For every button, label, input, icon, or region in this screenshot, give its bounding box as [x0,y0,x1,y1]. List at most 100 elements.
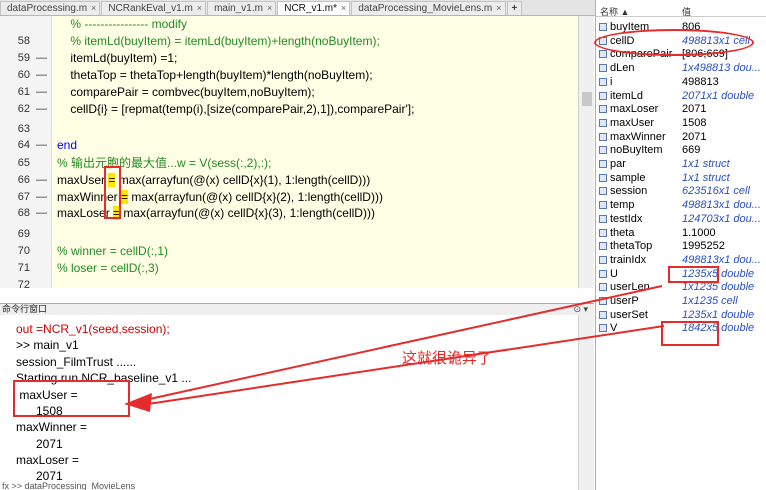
code-line[interactable]: 70 % winner = cellD(:,1) [0,243,578,260]
workspace-var-maxLoser[interactable]: maxLoser 2071 [596,102,766,116]
variable-value: 498813x1 dou... [682,253,761,266]
code-line[interactable]: 64 — end [0,137,578,154]
workspace-var-itemLd[interactable]: itemLd 2071x1 double [596,89,766,103]
variable-value: 498813 [682,75,719,88]
workspace-var-userP[interactable]: userP 1x1235 cell [596,294,766,308]
code-editor[interactable]: % ---------------- modify 58 % itemLd(buy… [0,16,578,288]
workspace-col-name[interactable]: 名称 ▲ [600,5,629,18]
code-line[interactable]: 66— maxUser = max(arrayfun(@(x) cellD{x}(… [0,172,578,189]
variable-grid-icon [599,310,607,319]
variable-name: i [610,75,613,88]
workspace-var-testIdx[interactable]: testIdx 124703x1 dou... [596,212,766,226]
variable-name: maxUser [610,116,655,129]
workspace-var-noBuyItem[interactable]: noBuyItem 669 [596,143,766,157]
workspace-col-value[interactable]: 值 [682,5,691,18]
workspace-var-par[interactable]: par 1x1 struct [596,157,766,171]
command-window-scrollbar[interactable] [578,315,594,490]
command-output-line: maxLoser = [16,453,80,467]
variable-value: 623516x1 cell [682,185,750,198]
code-token: % winner = cellD(:,1) [57,244,169,258]
workspace-var-maxWinner[interactable]: maxWinner 2071 [596,130,766,144]
new-tab-button[interactable]: + [506,1,523,15]
line-number: 62 [17,103,30,115]
line-number: 65 [17,157,30,169]
variable-value: 1x498813 dou... [682,62,761,75]
breakpoint-marker[interactable]: — [36,137,47,154]
code-line[interactable]: 71 % loser = cellD(:,3) [0,260,578,277]
variable-value: 2071 [682,103,707,116]
code-line[interactable]: 67— maxWinner = max(arrayfun(@(x) cellD{x… [0,189,578,206]
code-line[interactable]: 63 [0,121,578,138]
tab-2[interactable]: main_v1.m × [207,1,277,15]
line-number: 72 [17,279,30,288]
workspace-var-sample[interactable]: sample 1x1 struct [596,171,766,185]
tab-label: dataProcessing.m [7,3,88,14]
code-line[interactable]: 61 — comparePair = combvec(buyItem,noBuyI… [0,84,578,101]
variable-name: thetaTop [610,240,653,253]
tab-close-icon[interactable]: × [341,2,346,15]
command-output-line: out =NCR_v1(seed,session); [16,322,170,336]
workspace-var-thetaTop[interactable]: thetaTop 1995252 [596,239,766,253]
breakpoint-marker[interactable]: — [36,172,47,189]
code-line[interactable]: 58 % itemLd(buyItem) = itemLd(buyItem)+l… [0,33,578,50]
code-text: % ---------------- modify [57,16,187,33]
tab-3[interactable]: NCR_v1.m* × [277,1,351,15]
workspace-var-temp[interactable]: temp 498813x1 dou... [596,198,766,212]
variable-name: sample [610,171,646,184]
breakpoint-marker[interactable]: — [36,189,47,206]
line-number: 59 [17,52,30,64]
tab-close-icon[interactable]: × [496,2,501,15]
highlight-box-v [661,321,719,346]
code-line[interactable]: 68— maxLoser = max(arrayfun(@(x) cellD{x}… [0,205,578,222]
workspace-var-userSet[interactable]: userSet 1235x1 double [596,308,766,322]
variable-name: par [610,158,626,170]
code-line[interactable]: 62 — cellD{i} = [repmat(temp(i),[size(com… [0,101,578,118]
variable-value: 1x1235 cell [682,295,738,307]
line-number: 71 [17,262,30,274]
editor-scrollbar[interactable] [578,16,594,288]
variable-name: theta [610,226,635,239]
variable-grid-icon [599,91,607,100]
code-token: % 输出元胞的最大值...w = V(sess(:,2),:); [57,156,272,170]
code-line[interactable]: 72 [0,277,578,288]
variable-grid-icon [599,50,607,59]
code-line[interactable]: 60 — thetaTop = thetaTop+length(buyItem)*… [0,67,578,84]
tab-1[interactable]: NCRankEval_v1.m × [101,1,207,15]
variable-value: 669 [682,144,701,157]
workspace-var-theta[interactable]: theta 1.1000 [596,226,766,240]
tab-close-icon[interactable]: × [267,2,272,15]
workspace-var-trainIdx[interactable]: trainIdx 498813x1 dou... [596,253,766,267]
variable-grid-icon [599,77,607,86]
variable-grid-icon [599,201,607,210]
editor-scrollbar-thumb[interactable] [582,92,592,106]
code-text: % loser = cellD(:,3) [57,260,159,277]
variable-value: 2071 [682,130,707,143]
variable-grid-icon [599,324,607,333]
highlight-oval-celld [594,29,754,56]
code-line[interactable]: 59 — itemLd(buyItem) =1; [0,50,578,67]
code-line[interactable]: 69 [0,226,578,243]
breakpoint-marker[interactable]: — [36,205,47,222]
breakpoint-marker[interactable]: — [36,84,47,101]
workspace-var-dLen[interactable]: dLen 1x498813 dou... [596,61,766,75]
tab-close-icon[interactable]: × [197,2,202,15]
workspace-var-session[interactable]: session 623516x1 cell [596,184,766,198]
tab-close-icon[interactable]: × [91,2,96,15]
tab-4[interactable]: dataProcessing_MovieLens.m × [351,1,506,15]
tab-0[interactable]: dataProcessing.m × [0,1,101,15]
breakpoint-marker[interactable]: — [36,67,47,84]
line-number: 61 [17,86,30,98]
code-line[interactable]: % ---------------- modify [0,16,578,33]
line-number: 60 [17,69,30,81]
workspace-var-i[interactable]: i 498813 [596,75,766,89]
variable-name: V [610,322,618,335]
tab-label: main_v1.m [214,3,263,14]
breakpoint-marker[interactable]: — [36,50,47,67]
highlight-box-maxuser [13,380,130,417]
code-text: end [57,137,77,154]
command-window-options-button[interactable]: ⊙ ▾ [573,304,588,315]
workspace-var-maxUser[interactable]: maxUser 1508 [596,116,766,130]
code-line[interactable]: 65 % 输出元胞的最大值...w = V(sess(:,2),:); [0,155,578,172]
breakpoint-marker[interactable]: — [36,101,47,118]
tab-label: NCRankEval_v1.m [108,3,193,14]
